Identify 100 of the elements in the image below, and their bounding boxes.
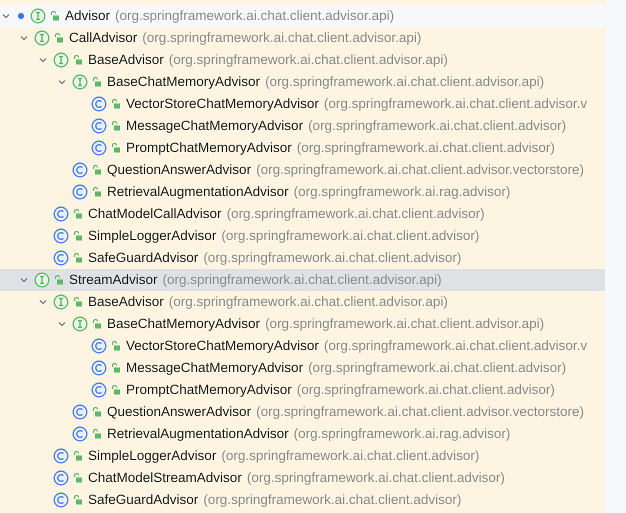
chevron-icon[interactable] (38, 297, 48, 307)
package-name: (org.springframework.ai.chat.client.advisor.api) (162, 270, 442, 289)
interface-icon (53, 294, 69, 310)
lock-icon (92, 187, 101, 197)
package-name: (org.springframework.ai.chat.client.advisor.vectorstore) (256, 160, 584, 179)
tree-row[interactable]: SimpleLoggerAdvisor (org.springframework.ai.chat.client.advisor) (0, 225, 605, 247)
interface-icon (34, 30, 50, 46)
tree-row[interactable]: SafeGuardAdvisor (org.springframework.ai.chat.client.advisor) (0, 489, 605, 511)
class-icon (53, 470, 69, 486)
class-icon (53, 206, 69, 222)
tree-row[interactable]: SimpleLoggerAdvisor (org.springframework.ai.chat.client.advisor) (0, 445, 605, 467)
chevron-icon[interactable] (0, 11, 10, 21)
class-icon (91, 360, 107, 376)
class-icon (72, 404, 88, 420)
type-name: RetrievalAugmentationAdvisor (107, 182, 289, 201)
interface-icon (30, 8, 46, 24)
package-name: (org.springframework.ai.chat.client.advisor) (221, 226, 480, 245)
package-name: (org.springframework.ai.rag.advisor) (294, 424, 510, 443)
class-icon (91, 338, 107, 354)
chevron-icon[interactable] (57, 319, 67, 329)
interface-icon (53, 52, 69, 68)
tree-row[interactable]: VectorStoreChatMemoryAdvisor (org.springframework.ai.chat.client.advisor.v (0, 335, 605, 357)
tree-row[interactable]: PromptChatMemoryAdvisor (org.springframework.ai.chat.client.advisor) (0, 137, 605, 159)
type-name: BaseChatMemoryAdvisor (107, 72, 260, 91)
package-name: (org.springframework.ai.chat.client.advisor) (308, 358, 566, 377)
tree-row[interactable]: SafeGuardAdvisor (org.springframework.ai.chat.client.advisor) (0, 247, 605, 269)
tree-row[interactable]: QuestionAnswerAdvisor (org.springframework.ai.chat.client.advisor.vectorstore) (0, 159, 605, 181)
type-name: PromptChatMemoryAdvisor (126, 138, 292, 157)
lock-icon (73, 209, 82, 219)
tree-row[interactable]: MessageChatMemoryAdvisor (org.springframework.ai.chat.client.advisor) (0, 357, 605, 379)
type-name: MessageChatMemoryAdvisor (126, 116, 304, 135)
type-name: BaseAdvisor (88, 292, 164, 311)
chevron-icon[interactable] (19, 33, 29, 43)
package-name: (org.springframework.ai.chat.client.advisor.api) (168, 292, 448, 311)
package-name: (org.springframework.ai.chat.client.advisor.api) (265, 314, 544, 333)
lock-icon (73, 473, 82, 483)
class-icon (91, 140, 107, 156)
tree-row[interactable]: VectorStoreChatMemoryAdvisor (org.springframework.ai.chat.client.advisor.v (0, 93, 605, 115)
type-name: ChatModelCallAdvisor (88, 204, 222, 223)
tree-row[interactable]: PromptChatMemoryAdvisor (org.springframework.ai.chat.client.advisor) (0, 379, 605, 401)
interface-icon (72, 74, 88, 90)
lock-icon (92, 319, 101, 329)
package-name: (org.springframework.ai.chat.client.advisor) (296, 138, 555, 157)
package-name: (org.springframework.ai.rag.advisor) (294, 182, 510, 201)
lock-icon (92, 429, 101, 439)
tree-row[interactable]: StreamAdvisor (org.springframework.ai.chat.client.advisor.api) (0, 269, 605, 291)
chevron-icon[interactable] (19, 275, 29, 285)
package-name: (org.springframework.ai.chat.client.advisor) (308, 116, 566, 135)
type-name: PromptChatMemoryAdvisor (126, 380, 292, 399)
chevron-icon[interactable] (57, 77, 67, 87)
package-name: (org.springframework.ai.chat.client.advisor) (203, 248, 462, 267)
tree-row[interactable]: ChatModelStreamAdvisor (org.springframework.ai.chat.client.advisor) (0, 467, 605, 489)
lock-icon (50, 11, 59, 21)
package-name: (org.springframework.ai.chat.client.advisor.vectorstore) (256, 402, 584, 421)
lock-icon (73, 231, 82, 241)
chevron-icon[interactable] (38, 55, 48, 65)
tree-row[interactable]: BaseChatMemoryAdvisor (org.springframework.ai.chat.client.advisor.api) (0, 71, 605, 93)
tree-row[interactable]: Advisor (org.springframework.ai.chat.client.advisor.api) (0, 5, 605, 27)
lock-icon (73, 297, 82, 307)
lock-icon (73, 55, 82, 65)
tree-row[interactable]: QuestionAnswerAdvisor (org.springframework.ai.chat.client.advisor.vectorstore) (0, 401, 605, 423)
type-name: QuestionAnswerAdvisor (107, 160, 252, 179)
interface-icon (34, 272, 50, 288)
type-name: QuestionAnswerAdvisor (107, 402, 252, 421)
type-name: SimpleLoggerAdvisor (88, 446, 216, 465)
lock-icon (111, 363, 120, 373)
lock-icon (92, 77, 101, 87)
type-name: MessageChatMemoryAdvisor (126, 358, 304, 377)
class-icon (91, 96, 107, 112)
class-icon (53, 250, 69, 266)
tree-row[interactable]: RetrievalAugmentationAdvisor (org.springframework.ai.rag.advisor) (0, 423, 605, 445)
type-name: StreamAdvisor (69, 270, 158, 289)
tree-row[interactable]: RetrievalAugmentationAdvisor (org.springframework.ai.rag.advisor) (0, 181, 605, 203)
lock-icon (111, 143, 120, 153)
tree-row[interactable]: BaseAdvisor (org.springframework.ai.chat.client.advisor.api) (0, 291, 605, 313)
lock-icon (73, 495, 82, 505)
type-name: RetrievalAugmentationAdvisor (107, 424, 289, 443)
tree-row[interactable]: ChatModelCallAdvisor (org.springframework.ai.chat.client.advisor) (0, 203, 605, 225)
lock-icon (92, 407, 101, 417)
package-name: (org.springframework.ai.chat.client.advisor.api) (168, 50, 448, 69)
package-name: (org.springframework.ai.chat.client.advisor) (246, 468, 505, 487)
type-name: SafeGuardAdvisor (88, 490, 198, 509)
lock-icon (73, 451, 82, 461)
type-name: CallAdvisor (69, 28, 138, 47)
tree-row[interactable]: CallAdvisor (org.springframework.ai.chat.client.advisor.api) (0, 27, 605, 49)
lock-icon (111, 341, 120, 351)
package-name: (org.springframework.ai.chat.client.advisor.v (324, 336, 588, 355)
tree-row[interactable]: MessageChatMemoryAdvisor (org.springframework.ai.chat.client.advisor) (0, 115, 605, 137)
type-name: VectorStoreChatMemoryAdvisor (126, 336, 319, 355)
type-name: VectorStoreChatMemoryAdvisor (126, 94, 319, 113)
package-name: (org.springframework.ai.chat.client.advisor) (203, 490, 462, 509)
lock-icon (54, 33, 63, 43)
type-name: ChatModelStreamAdvisor (88, 468, 242, 487)
tree-row[interactable]: BaseAdvisor (org.springframework.ai.chat.client.advisor.api) (0, 49, 605, 71)
tree-row[interactable]: BaseChatMemoryAdvisor (org.springframework.ai.chat.client.advisor.api) (0, 313, 605, 335)
lock-icon (111, 99, 120, 109)
package-name: (org.springframework.ai.chat.client.advisor) (226, 204, 485, 223)
interface-icon (72, 316, 88, 332)
lock-icon (54, 275, 63, 285)
class-icon (91, 118, 107, 134)
